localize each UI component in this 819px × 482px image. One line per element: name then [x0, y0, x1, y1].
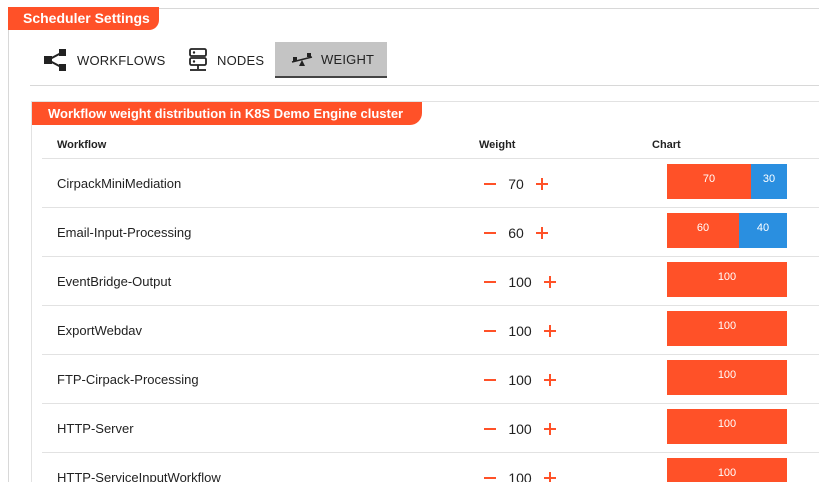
- tab-workflows[interactable]: WORKFLOWS: [30, 42, 175, 78]
- weight-value: 100: [508, 421, 532, 437]
- weight-bar-segment: 40: [739, 213, 787, 248]
- weight-bar-segment: 100: [667, 360, 787, 395]
- weight-bar-segment: 100: [667, 262, 787, 297]
- tab-label: WEIGHT: [321, 51, 375, 67]
- weight-chart-bar: 60 40: [667, 213, 787, 248]
- workflow-name: Email-Input-Processing: [57, 225, 192, 240]
- table-row: CirpackMiniMediation 70 70 30: [42, 159, 819, 208]
- weight-table: Workflow Weight Chart CirpackMiniMediati…: [42, 135, 819, 482]
- tab-label: NODES: [217, 52, 265, 68]
- weight-value: 60: [508, 225, 524, 241]
- weight-value: 100: [508, 274, 532, 290]
- workflow-name: ExportWebdav: [57, 323, 143, 338]
- weight-stepper: 100: [482, 271, 558, 293]
- weight-bar-segment: 100: [667, 409, 787, 444]
- weight-chart-bar: 100: [667, 311, 787, 346]
- decrease-weight-button[interactable]: [482, 176, 498, 192]
- server-icon: [187, 48, 209, 72]
- tab-nodes[interactable]: NODES: [175, 42, 275, 78]
- column-header-chart: Chart: [652, 139, 681, 151]
- weight-stepper: 100: [482, 369, 558, 391]
- weight-bar-segment: 60: [667, 213, 739, 248]
- table-row: ExportWebdav 100 100: [42, 306, 819, 355]
- weight-stepper: 60: [482, 222, 550, 244]
- increase-weight-button[interactable]: [542, 470, 558, 482]
- weight-bar-segment: 70: [667, 164, 751, 199]
- weight-chart-bar: 100: [667, 458, 787, 482]
- tab-label: WORKFLOWS: [77, 52, 166, 68]
- weight-bar-segment: 30: [751, 164, 787, 199]
- weight-stepper: 100: [482, 467, 558, 482]
- workflow-name: HTTP-ServiceInputWorkflow: [57, 470, 221, 482]
- weight-value: 100: [508, 372, 532, 388]
- increase-weight-button[interactable]: [542, 323, 558, 339]
- weight-stepper: 100: [482, 320, 558, 342]
- table-body: CirpackMiniMediation 70 70 30 Email-Input…: [42, 159, 819, 482]
- table-row: Email-Input-Processing 60 60 40: [42, 208, 819, 257]
- workflow-name: FTP-Cirpack-Processing: [57, 372, 199, 387]
- table-row: HTTP-Server 100 100: [42, 404, 819, 453]
- decrease-weight-button[interactable]: [482, 470, 498, 482]
- table-row: HTTP-ServiceInputWorkflow 100 100: [42, 453, 819, 482]
- weight-chart-bar: 70 30: [667, 164, 787, 199]
- increase-weight-button[interactable]: [542, 372, 558, 388]
- section-title: Workflow weight distribution in K8S Demo…: [32, 102, 422, 125]
- weight-bar-segment: 100: [667, 311, 787, 346]
- weight-chart-bar: 100: [667, 262, 787, 297]
- page-title: Scheduler Settings: [8, 7, 159, 30]
- increase-weight-button[interactable]: [542, 421, 558, 437]
- weight-value: 100: [508, 323, 532, 339]
- weight-chart-bar: 100: [667, 360, 787, 395]
- weight-chart-bar: 100: [667, 409, 787, 444]
- weight-value: 100: [508, 470, 532, 482]
- workflow-icon: [43, 49, 69, 71]
- table-row: FTP-Cirpack-Processing 100 100: [42, 355, 819, 404]
- tab-weight[interactable]: WEIGHT: [275, 42, 387, 78]
- increase-weight-button[interactable]: [542, 274, 558, 290]
- table-header: Workflow Weight Chart: [42, 135, 819, 159]
- workflow-name: EventBridge-Output: [57, 274, 172, 289]
- tab-bar: WORKFLOWS NODES WEIGHT: [30, 42, 387, 78]
- column-header-workflow: Workflow: [57, 139, 107, 151]
- decrease-weight-button[interactable]: [482, 225, 498, 241]
- increase-weight-button[interactable]: [534, 176, 550, 192]
- tabs-divider: [30, 85, 819, 86]
- seesaw-icon: [291, 51, 313, 67]
- decrease-weight-button[interactable]: [482, 323, 498, 339]
- increase-weight-button[interactable]: [534, 225, 550, 241]
- weight-value: 70: [508, 176, 524, 192]
- decrease-weight-button[interactable]: [482, 421, 498, 437]
- weight-stepper: 70: [482, 173, 550, 195]
- weight-stepper: 100: [482, 418, 558, 440]
- workflow-name: CirpackMiniMediation: [57, 176, 182, 191]
- decrease-weight-button[interactable]: [482, 372, 498, 388]
- column-header-weight: Weight: [479, 139, 516, 151]
- workflow-name: HTTP-Server: [57, 421, 134, 436]
- table-row: EventBridge-Output 100 100: [42, 257, 819, 306]
- decrease-weight-button[interactable]: [482, 274, 498, 290]
- weight-bar-segment: 100: [667, 458, 787, 482]
